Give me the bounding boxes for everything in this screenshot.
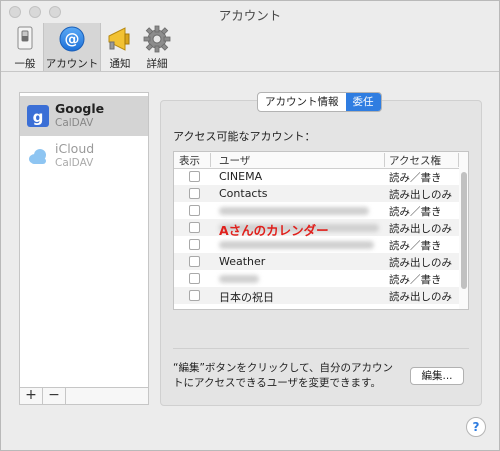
- show-checkbox[interactable]: [189, 256, 200, 267]
- access-cell: 読み出しのみ: [389, 223, 452, 235]
- icloud-icon: [29, 149, 46, 164]
- show-checkbox[interactable]: [189, 205, 200, 216]
- access-cell: 読み／書き: [389, 206, 442, 218]
- user-cell: CINEMA: [219, 170, 263, 183]
- table-header: 表示 ユーザ アクセス権: [174, 152, 468, 169]
- user-cell: Contacts: [219, 187, 268, 200]
- table-scrollbar-thumb[interactable]: [461, 172, 467, 289]
- account-type: CalDAV: [55, 117, 94, 129]
- toolbar-label-advanced: 詳細: [146, 58, 168, 70]
- title-bar: アカウント: [1, 1, 499, 23]
- table-row[interactable]: 日本の祝日 読み出しのみ: [174, 287, 459, 304]
- toolbar: 一般 @ アカウント 通知 詳細: [1, 23, 499, 72]
- add-account-button[interactable]: +: [20, 388, 43, 404]
- account-item-icloud[interactable]: iCloud CalDAV: [20, 136, 148, 176]
- general-switch-icon: [17, 26, 33, 50]
- svg-text:@: @: [65, 30, 80, 48]
- column-divider: [458, 153, 459, 167]
- access-cell: 読み／書き: [389, 240, 442, 252]
- access-cell: 読み出しのみ: [389, 257, 452, 269]
- account-type: CalDAV: [55, 157, 94, 169]
- access-cell: 読み／書き: [389, 274, 442, 286]
- tab-account-info[interactable]: アカウント情報: [258, 93, 346, 111]
- account-name: iCloud: [55, 141, 95, 156]
- window-title: アカウント: [218, 8, 282, 23]
- column-header-show[interactable]: 表示: [179, 153, 200, 168]
- access-cell: 読み出しのみ: [389, 291, 452, 303]
- toolbar-advanced[interactable]: 詳細: [139, 23, 175, 71]
- table-row[interactable]: Aさんのカレンダー 読み出しのみ: [174, 219, 459, 238]
- show-checkbox[interactable]: [189, 239, 200, 250]
- megaphone-icon: [108, 27, 130, 51]
- at-sign-icon: @: [59, 26, 85, 52]
- panel-divider: [173, 348, 469, 349]
- table-row[interactable]: 読み／書き: [174, 236, 459, 253]
- access-cell: 読み／書き: [389, 172, 442, 184]
- account-item-google[interactable]: g Google CalDAV: [20, 96, 148, 136]
- toolbar-notifications[interactable]: 通知: [101, 23, 139, 71]
- tab-delegation[interactable]: 委任: [345, 93, 381, 111]
- show-checkbox[interactable]: [189, 171, 200, 182]
- gear-icon: [143, 25, 171, 53]
- access-cell: 読み出しのみ: [389, 189, 452, 201]
- delegation-help-text: “編集”ボタンをクリックして、自分のアカウントにアクセスできるユーザを変更できま…: [173, 362, 394, 389]
- table-row[interactable]: 読み／書き: [174, 202, 459, 219]
- remove-account-button[interactable]: −: [43, 388, 66, 404]
- account-list-controls: + −: [19, 388, 149, 405]
- account-tabs: アカウント情報 委任: [257, 92, 382, 112]
- accessible-accounts-label: アクセス可能なアカウント：: [173, 130, 316, 143]
- account-name: Google: [55, 101, 105, 116]
- toolbar-label-notifications: 通知: [109, 58, 131, 70]
- svg-text:g: g: [33, 108, 44, 126]
- toolbar-accounts[interactable]: @ アカウント: [43, 23, 101, 71]
- user-cell: Weather: [219, 255, 266, 268]
- toolbar-label-general: 一般: [14, 58, 36, 70]
- account-list: g Google CalDAV iCloud CalDAV: [19, 92, 149, 388]
- column-header-access[interactable]: アクセス権: [389, 153, 441, 168]
- user-cell: 日本の祝日: [219, 291, 274, 304]
- toolbar-general[interactable]: 一般: [1, 23, 49, 71]
- google-icon: g: [27, 105, 49, 127]
- show-checkbox[interactable]: [189, 222, 200, 233]
- table-row[interactable]: Weather 読み出しのみ: [174, 253, 459, 270]
- preferences-window: アカウント 一般 @ アカウント 通知 詳細 g Google CalDAV i…: [0, 0, 500, 451]
- show-checkbox[interactable]: [189, 290, 200, 301]
- blurred-user-name: [219, 207, 369, 215]
- column-divider: [384, 153, 385, 167]
- toolbar-label-accounts: アカウント: [45, 58, 99, 70]
- delegation-table: 表示 ユーザ アクセス権 CINEMA 読み／書き Contacts 読み出しの…: [173, 151, 469, 310]
- edit-button[interactable]: 編集...: [410, 367, 464, 385]
- table-row[interactable]: 読み／書き: [174, 270, 459, 287]
- blurred-user-name: [219, 275, 259, 283]
- table-row[interactable]: Contacts 読み出しのみ: [174, 185, 459, 202]
- show-checkbox[interactable]: [189, 273, 200, 284]
- blurred-user-name: [219, 241, 374, 249]
- table-row[interactable]: CINEMA 読み／書き: [174, 168, 459, 185]
- column-header-user[interactable]: ユーザ: [219, 153, 250, 168]
- help-button[interactable]: ?: [466, 417, 486, 437]
- column-divider: [210, 153, 211, 167]
- show-checkbox[interactable]: [189, 188, 200, 199]
